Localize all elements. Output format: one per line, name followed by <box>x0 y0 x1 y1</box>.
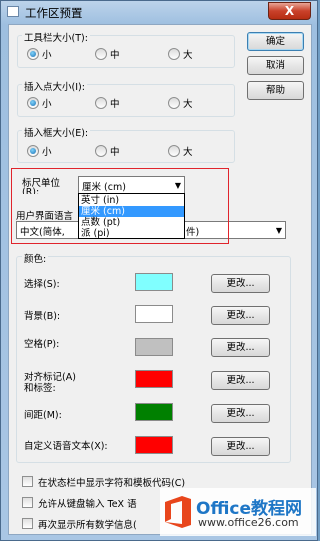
show-math-info-label: 再次显示所有数学信息( <box>38 520 137 531</box>
toolbar-size-large-radio[interactable] <box>168 48 180 60</box>
toolbar-size-medium-radio[interactable] <box>95 48 107 60</box>
office-logo-icon <box>165 496 191 528</box>
cancel-button[interactable]: 取消 <box>247 56 304 75</box>
change-space-color-button[interactable]: 更改... <box>211 338 270 357</box>
toolbar-size-label: 工具栏大小(T): <box>22 30 90 44</box>
insert-point-size-small-radio[interactable] <box>27 97 39 109</box>
insert-point-size-large-label: 大 <box>183 99 193 110</box>
insert-box-size-large-label: 大 <box>183 147 193 158</box>
close-button[interactable]: X <box>268 2 311 20</box>
show-codes-label: 在状态栏中显示字符和模板代码(C) <box>38 478 186 489</box>
color-label-selection: 选择(S): <box>24 279 60 290</box>
color-swatch-space <box>135 338 173 356</box>
toolbar-size-small-radio[interactable] <box>27 48 39 60</box>
insert-point-size-label: 插入点大小(I): <box>22 79 87 93</box>
insert-point-size-medium-radio[interactable] <box>95 97 107 109</box>
change-spacing-color-button[interactable]: 更改... <box>211 404 270 423</box>
toolbar-size-small-label: 小 <box>42 50 52 61</box>
insert-point-size-medium-label: 中 <box>110 99 120 110</box>
color-label-alignment-line2: 和标签: <box>24 383 56 394</box>
toolbar-size-large-label: 大 <box>183 50 193 61</box>
change-selection-color-button[interactable]: 更改... <box>211 274 270 293</box>
insert-point-size-small-label: 小 <box>42 99 52 110</box>
color-swatch-spacing <box>135 403 173 421</box>
change-custom-speech-color-button[interactable]: 更改... <box>211 437 270 456</box>
color-swatch-background <box>135 305 173 323</box>
colors-group-label: 颜色: <box>22 251 49 265</box>
color-label-spacing: 间距(M): <box>24 410 62 421</box>
color-swatch-alignment <box>135 370 173 388</box>
insert-box-size-medium-radio[interactable] <box>95 145 107 157</box>
insert-box-size-medium-label: 中 <box>110 147 120 158</box>
insert-point-size-large-radio[interactable] <box>168 97 180 109</box>
toolbar-size-medium-label: 中 <box>110 50 120 61</box>
insert-box-size-small-label: 小 <box>42 147 52 158</box>
window-title: 工作区预置 <box>25 6 83 20</box>
change-alignment-color-button[interactable]: 更改... <box>211 371 270 390</box>
color-swatch-custom-speech <box>135 436 173 454</box>
window-icon <box>7 6 19 17</box>
insert-box-size-small-radio[interactable] <box>27 145 39 157</box>
watermark-url: www.office26.com <box>198 516 299 529</box>
insert-box-size-label: 插入框大小(E): <box>22 125 91 139</box>
change-background-color-button[interactable]: 更改... <box>211 306 270 325</box>
help-button[interactable]: 帮助 <box>247 81 304 100</box>
highlight-frame <box>11 168 229 244</box>
watermark: Office教程网 www.office26.com <box>160 488 316 536</box>
allow-tex-input-checkbox[interactable] <box>22 497 33 508</box>
insert-box-size-large-radio[interactable] <box>168 145 180 157</box>
color-label-custom-speech: 自定义语音文本(X): <box>24 441 108 452</box>
show-math-info-checkbox[interactable] <box>22 518 33 529</box>
color-label-space: 空格(P): <box>24 339 60 350</box>
title-bar[interactable]: 工作区预置 X <box>1 1 317 23</box>
color-label-background: 背景(B): <box>24 311 61 322</box>
chevron-down-icon: ▼ <box>275 226 282 235</box>
show-codes-checkbox[interactable] <box>22 476 33 487</box>
ok-button[interactable]: 确定 <box>247 32 304 51</box>
color-swatch-selection <box>135 273 173 291</box>
allow-tex-input-label: 允许从键盘输入 TeX 语 <box>38 499 137 510</box>
